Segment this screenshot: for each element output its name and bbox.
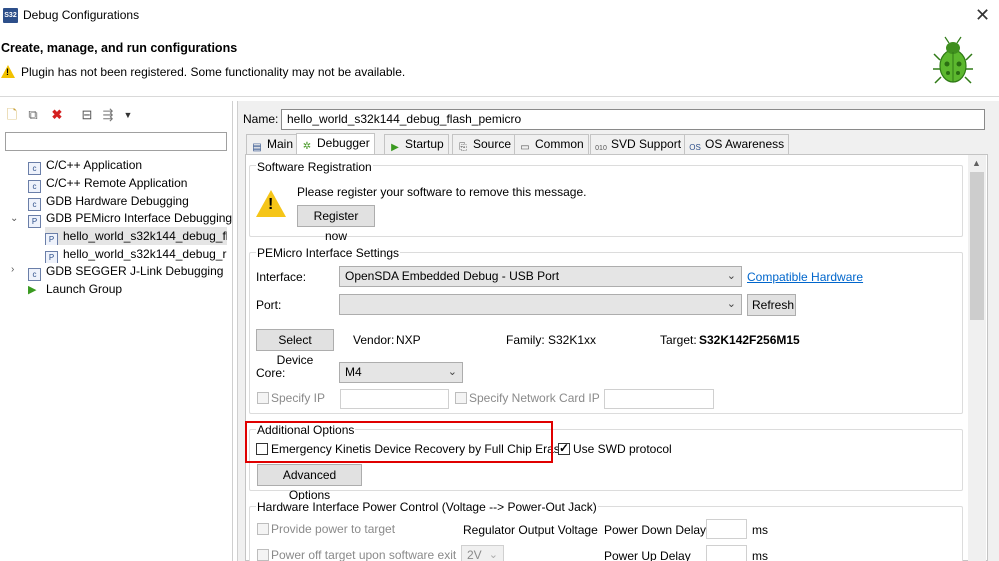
filter-input[interactable]: [5, 132, 227, 151]
specify-ip-checkbox[interactable]: [257, 392, 269, 404]
tab-debugger[interactable]: ✲ Debugger: [296, 133, 375, 155]
advanced-options-button[interactable]: Advanced Options: [257, 464, 362, 502]
startup-tab-icon: ▶: [391, 142, 399, 153]
pemicro-config-icon: P: [45, 233, 58, 245]
registration-message: Please register your software to remove …: [297, 185, 587, 199]
header-warning: Plugin has not been registered. Some fun…: [21, 65, 406, 79]
chevron-down-icon: ⌄: [726, 298, 736, 310]
power-up-delay-field[interactable]: [706, 545, 747, 561]
voltage-select[interactable]: 2V ⌄: [461, 545, 504, 561]
power-down-unit: ms: [752, 523, 768, 537]
chevron-down-icon: ⌄: [726, 270, 736, 282]
power-down-delay-label: Power Down Delay: [604, 523, 707, 537]
highlight-box: [245, 421, 553, 463]
tab-source[interactable]: ⎘ Source: [452, 134, 517, 154]
scrollbar-thumb[interactable]: [970, 172, 984, 320]
core-select[interactable]: M4 ⌄: [339, 362, 463, 383]
chevron-down-icon: ⌄: [447, 366, 457, 378]
header-separator: [0, 96, 999, 97]
main-tab-icon: ▤: [252, 142, 262, 153]
specify-network-checkbox[interactable]: [455, 392, 467, 404]
title-bar: [0, 0, 999, 32]
debugger-tab-icon: ✲: [302, 141, 312, 152]
use-swd-checkbox[interactable]: [558, 441, 570, 455]
tab-startup[interactable]: ▶ Startup: [384, 134, 449, 154]
select-device-button[interactable]: Select Device: [256, 329, 334, 367]
tree-item-c-application[interactable]: c C/C++ Application: [28, 156, 142, 175]
warning-icon: !: [256, 190, 286, 217]
header-title: Create, manage, and run configurations: [1, 41, 238, 55]
tab-main[interactable]: ▤ Main: [246, 134, 299, 154]
power-up-delay-label: Power Up Delay: [604, 549, 691, 561]
tab-os-awareness[interactable]: OS OS Awareness: [684, 134, 790, 154]
core-label: Core:: [256, 366, 286, 380]
bug-icon: [933, 36, 973, 84]
delete-icon[interactable]: ✖: [50, 108, 64, 122]
chevron-down-icon: ⌄: [488, 549, 498, 561]
port-select[interactable]: ⌄: [339, 294, 742, 315]
power-off-label: Power off target upon software exit: [271, 548, 457, 561]
provide-power-checkbox[interactable]: [257, 523, 269, 535]
vendor-value: NXP: [396, 333, 421, 347]
tree-item-gdb-pemicro[interactable]: P GDB PEMicro Interface Debugging: [28, 209, 232, 228]
network-card-ip-field[interactable]: [604, 389, 714, 409]
target-label: Target:: [660, 333, 697, 347]
tree-item-gdb-hardware[interactable]: c GDB Hardware Debugging: [28, 192, 189, 211]
specify-network-label: Specify Network Card IP: [469, 391, 600, 405]
power-up-unit: ms: [752, 549, 768, 561]
family-label: Family:: [506, 333, 545, 347]
vendor-label: Vendor:: [353, 333, 395, 347]
app-icon: S32: [3, 8, 18, 23]
power-off-checkbox[interactable]: [257, 549, 269, 561]
scroll-up-icon[interactable]: ▲: [972, 158, 981, 168]
tab-svd-support[interactable]: 010 SVD Support: [590, 134, 687, 154]
interface-select[interactable]: OpenSDA Embedded Debug - USB Port ⌄: [339, 266, 742, 287]
name-field[interactable]: hello_world_s32k144_debug_flash_pemicro: [281, 109, 985, 130]
tree-item-ram-config[interactable]: Phello_world_s32k144_debug_rar: [45, 245, 227, 263]
tree-item-segger[interactable]: c GDB SEGGER J-Link Debugging: [28, 262, 223, 281]
expand-twisty-icon[interactable]: ›: [11, 264, 14, 275]
interface-label: Interface:: [256, 270, 307, 284]
chevron-down-icon[interactable]: ▼: [121, 108, 135, 122]
port-label: Port:: [256, 298, 282, 312]
collapse-twisty-icon[interactable]: ⌄: [10, 213, 18, 224]
duplicate-icon[interactable]: ⧉: [26, 108, 40, 122]
ip-field[interactable]: [340, 389, 449, 409]
tree-item-flash-config[interactable]: Phello_world_s32k144_debug_fla: [45, 227, 227, 245]
refresh-button[interactable]: Refresh: [747, 294, 796, 316]
provide-power-label: Provide power to target: [271, 522, 396, 536]
close-icon[interactable]: ✕: [975, 4, 990, 26]
tree-item-c-remote-application[interactable]: c C/C++ Remote Application: [28, 174, 187, 193]
family-value: S32K1xx: [548, 333, 597, 347]
regulator-voltage-label: Regulator Output Voltage: [463, 523, 598, 537]
launch-icon: ▶: [28, 284, 37, 296]
name-label: Name:: [243, 112, 279, 126]
power-control-title: Hardware Interface Power Control (Voltag…: [256, 500, 598, 514]
use-swd-label: Use SWD protocol: [573, 442, 672, 456]
os-tab-icon: OS: [689, 143, 701, 152]
new-configuration-icon[interactable]: 🗋: [5, 108, 19, 122]
common-tab-icon: ▭: [520, 142, 530, 153]
power-down-delay-field[interactable]: [706, 519, 747, 539]
collapse-all-icon[interactable]: ⊟: [80, 108, 94, 122]
software-registration-title: Software Registration: [256, 160, 373, 174]
pemicro-config-icon: P: [28, 215, 41, 228]
compatible-hardware-link[interactable]: Compatible Hardware: [747, 270, 863, 284]
source-tab-icon: ⎘: [459, 142, 467, 153]
filter-icon[interactable]: ⇶: [101, 108, 115, 122]
tree-item-launch-group[interactable]: ▶ Launch Group: [28, 280, 122, 298]
tab-common[interactable]: ▭ Common: [514, 134, 589, 154]
pemicro-settings-title: PEMicro Interface Settings: [256, 246, 401, 260]
specify-ip-label: Specify IP: [271, 391, 326, 405]
target-value: S32K142F256M15: [699, 333, 800, 347]
register-now-button[interactable]: Register now: [297, 205, 375, 243]
warning-icon: [1, 65, 15, 78]
window-title: Debug Configurations: [23, 8, 140, 22]
